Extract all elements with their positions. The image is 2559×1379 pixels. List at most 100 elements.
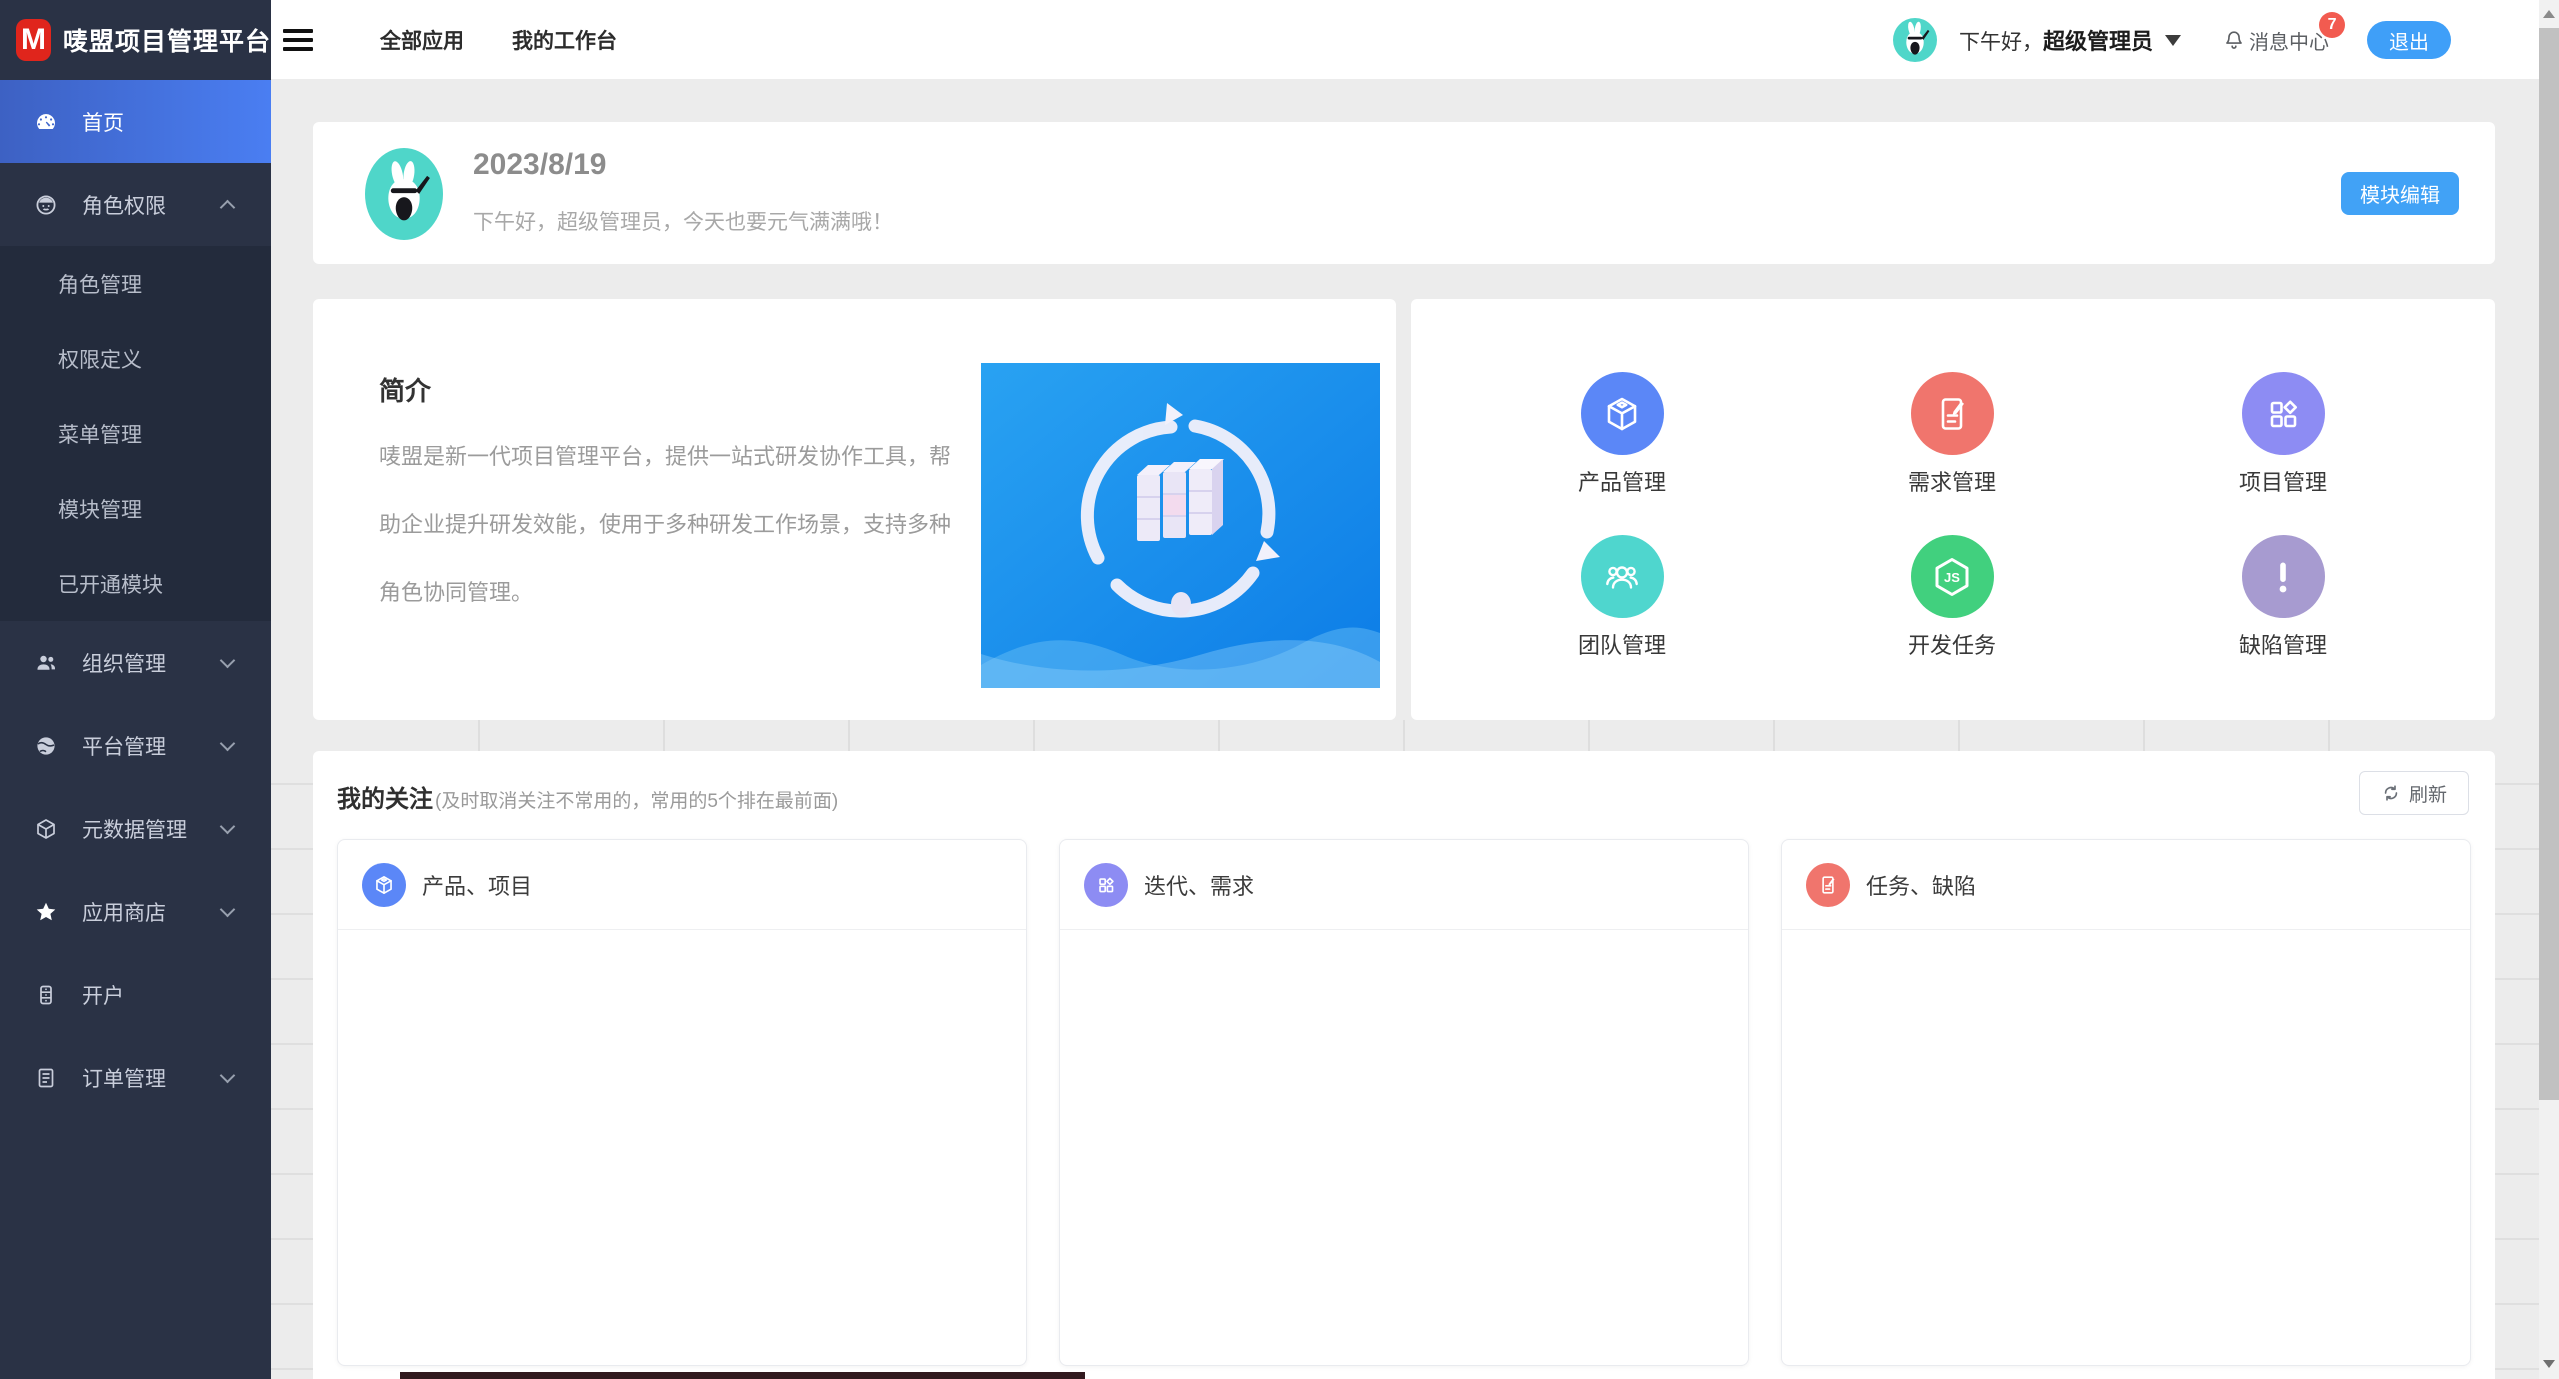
sidebar-item-appstore[interactable]: 应用商店 [0, 870, 271, 953]
follow-header: 我的关注 (及时取消关注不常用的，常用的5个排在最前面) [337, 779, 838, 814]
topbar-right: 下午好，超级管理员 消息中心 7 退出 [1893, 0, 2451, 80]
exclamation-icon [2242, 535, 2325, 618]
document-pen-icon [1911, 372, 1994, 455]
sidebar-submenu: 角色管理 权限定义 菜单管理 模块管理 已开通模块 [0, 246, 271, 621]
team-icon [1581, 535, 1664, 618]
js-hexagon-icon: JS [1911, 535, 1994, 618]
role-user-icon [34, 193, 58, 217]
dashboard-icon [34, 110, 58, 134]
refresh-button[interactable]: 刷新 [2359, 771, 2469, 815]
welcome-card: 2023/8/19 下午好，超级管理员，今天也要元气满满哦！ 模块编辑 [313, 122, 2495, 264]
sidebar-item-label: 订单管理 [82, 1063, 166, 1093]
sidebar-item-label: 首页 [82, 107, 124, 137]
follow-card-iterations-requirements[interactable]: 迭代、需求 [1059, 839, 1749, 1366]
background-grid-columns [313, 720, 2495, 751]
nav-all-apps[interactable]: 全部应用 [380, 25, 464, 55]
follow-title: 我的关注 [337, 779, 433, 814]
chevron-down-icon [220, 653, 236, 669]
sidebar-item-platform[interactable]: 平台管理 [0, 704, 271, 787]
chevron-down-icon [220, 736, 236, 752]
intro-title: 简介 [379, 371, 431, 408]
sidebar-item-role-management[interactable]: 角色管理 [0, 246, 271, 321]
sidebar-item-label: 元数据管理 [82, 814, 187, 844]
globe-icon [34, 734, 58, 758]
module-label: 产品管理 [1578, 465, 1666, 497]
scroll-up-arrow-icon[interactable] [2543, 10, 2555, 18]
sidebar-item-role-permissions[interactable]: 角色权限 [0, 163, 271, 246]
module-label: 团队管理 [1578, 628, 1666, 660]
date-text: 2023/8/19 [473, 148, 606, 182]
module-label: 缺陷管理 [2239, 628, 2327, 660]
chevron-down-icon [220, 902, 236, 918]
welcome-greeting: 下午好，超级管理员，今天也要元气满满哦！ [473, 206, 893, 236]
nav-my-workbench[interactable]: 我的工作台 [512, 25, 617, 55]
chevron-down-icon [220, 819, 236, 835]
menu-toggle-icon[interactable] [283, 24, 315, 56]
sidebar-item-label: 角色权限 [82, 190, 166, 220]
chevron-up-icon [220, 200, 236, 216]
sidebar-item-menu-management[interactable]: 菜单管理 [0, 396, 271, 471]
scroll-down-arrow-icon[interactable] [2543, 1360, 2555, 1368]
module-requirement-management[interactable]: 需求管理 [1852, 372, 2052, 497]
app-title: 唛盟项目管理平台 [63, 22, 271, 58]
sidebar-item-home[interactable]: 首页 [0, 80, 271, 163]
page-scrollbar[interactable] [2539, 0, 2559, 1379]
order-document-icon [34, 1066, 58, 1090]
modules-card: 产品管理 需求管理 项目管理 团队管理 [1411, 299, 2495, 720]
follow-card-tasks-defects[interactable]: 任务、缺陷 [1781, 839, 2471, 1366]
sidebar-item-open-account[interactable]: 开户 [0, 953, 271, 1036]
background-grid-rows-right [2495, 720, 2539, 1379]
module-product-management[interactable]: 产品管理 [1522, 372, 1722, 497]
follow-subtitle: (及时取消关注不常用的，常用的5个排在最前面) [435, 786, 838, 813]
intro-illustration [981, 363, 1380, 688]
star-icon [34, 900, 58, 924]
cube-icon [362, 863, 406, 907]
sidebar-item-module-management[interactable]: 模块管理 [0, 471, 271, 546]
cube-icon [34, 817, 58, 841]
my-follow-section: 我的关注 (及时取消关注不常用的，常用的5个排在最前面) 刷新 产品、项目 [313, 751, 2495, 1379]
chevron-down-icon [220, 1068, 236, 1084]
module-defect-management[interactable]: 缺陷管理 [2183, 535, 2383, 660]
bell-icon [2223, 29, 2245, 51]
cube-icon [1581, 372, 1664, 455]
follow-card-products-projects[interactable]: 产品、项目 [337, 839, 1027, 1366]
logo-icon: M [16, 19, 51, 61]
users-icon [34, 651, 58, 675]
sidebar-item-opened-modules[interactable]: 已开通模块 [0, 546, 271, 621]
grid-icon [2242, 372, 2325, 455]
background-grid-rows-left [271, 720, 313, 1379]
module-team-management[interactable]: 团队管理 [1522, 535, 1722, 660]
module-label: 开发任务 [1908, 628, 1996, 660]
sidebar-item-label: 组织管理 [82, 648, 166, 678]
sidebar-item-label: 平台管理 [82, 731, 166, 761]
svg-text:JS: JS [1944, 570, 1960, 585]
scrollbar-thumb[interactable] [2539, 28, 2559, 1100]
top-nav: 全部应用 我的工作台 [380, 0, 617, 80]
sidebar-item-metadata[interactable]: 元数据管理 [0, 787, 271, 870]
message-count-badge: 7 [2319, 12, 2345, 38]
app-logo[interactable]: M 唛盟项目管理平台 [0, 0, 271, 80]
database-icon [34, 983, 58, 1007]
mascot-avatar [365, 148, 443, 240]
grid-icon [1084, 863, 1128, 907]
sidebar-item-orders[interactable]: 订单管理 [0, 1036, 271, 1119]
sidebar-item-label: 应用商店 [82, 897, 166, 927]
user-avatar[interactable] [1893, 18, 1937, 62]
main-content: 2023/8/19 下午好，超级管理员，今天也要元气满满哦！ 模块编辑 简介 唛… [271, 80, 2539, 1379]
follow-card-label: 迭代、需求 [1144, 869, 1254, 901]
module-dev-tasks[interactable]: JS 开发任务 [1852, 535, 2052, 660]
message-center[interactable]: 消息中心 7 [2223, 26, 2329, 55]
logout-button[interactable]: 退出 [2367, 21, 2451, 59]
module-label: 需求管理 [1908, 465, 1996, 497]
greeting-text: 下午好，超级管理员 [1959, 24, 2153, 56]
module-edit-button[interactable]: 模块编辑 [2341, 172, 2459, 215]
sidebar-menu: 首页 角色权限 角色管理 权限定义 菜单管理 模块管理 已开通模块 组 [0, 80, 271, 1119]
sidebar-item-permission-definition[interactable]: 权限定义 [0, 321, 271, 396]
username: 超级管理员 [2043, 29, 2153, 54]
user-menu-caret-icon[interactable] [2165, 35, 2181, 46]
follow-card-label: 产品、项目 [422, 869, 532, 901]
module-project-management[interactable]: 项目管理 [2183, 372, 2383, 497]
bottom-clipped-element [400, 1372, 1085, 1379]
sidebar-item-organization[interactable]: 组织管理 [0, 621, 271, 704]
module-label: 项目管理 [2239, 465, 2327, 497]
